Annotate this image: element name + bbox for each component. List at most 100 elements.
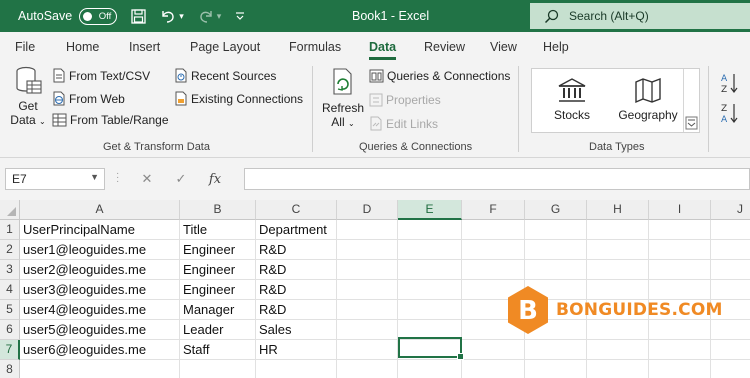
- cell-d6[interactable]: [337, 320, 398, 340]
- refresh-all-button[interactable]: Refresh All ⌄: [321, 68, 365, 131]
- autosave-control[interactable]: AutoSave Off: [18, 7, 118, 25]
- from-text-csv-button[interactable]: From Text/CSV: [52, 68, 150, 83]
- name-box-dropdown-icon[interactable]: ▼: [90, 172, 99, 182]
- cell-d7[interactable]: [337, 340, 398, 360]
- geography-button[interactable]: Geography: [618, 77, 678, 122]
- column-header-d[interactable]: D: [337, 200, 398, 220]
- cell-a5[interactable]: user4@leoguides.me: [20, 300, 180, 320]
- tab-view[interactable]: View: [490, 40, 517, 54]
- column-header-e[interactable]: E: [398, 200, 462, 220]
- column-header-c[interactable]: C: [256, 200, 337, 220]
- gallery-scrollbar[interactable]: [683, 69, 699, 132]
- column-header-b[interactable]: B: [180, 200, 256, 220]
- properties-button[interactable]: Properties: [369, 93, 441, 107]
- cell-b7[interactable]: Staff: [180, 340, 256, 360]
- get-data-button[interactable]: Get Data ⌄: [10, 66, 46, 129]
- name-box[interactable]: E7 ▼: [5, 168, 105, 190]
- cell-b8[interactable]: [180, 360, 256, 378]
- cell-h7[interactable]: [587, 340, 649, 360]
- cell-g3[interactable]: [525, 260, 587, 280]
- row-header-4[interactable]: 4: [0, 280, 20, 300]
- formula-bar-grip-icon[interactable]: · · ·: [116, 169, 119, 187]
- tab-help[interactable]: Help: [543, 40, 569, 54]
- row-header-6[interactable]: 6: [0, 320, 20, 340]
- cell-c5[interactable]: R&D: [256, 300, 337, 320]
- redo-dropdown-icon[interactable]: ▾: [217, 11, 222, 22]
- cell-e3[interactable]: [398, 260, 462, 280]
- cell-b5[interactable]: Manager: [180, 300, 256, 320]
- cell-c1[interactable]: Department: [256, 220, 337, 240]
- cell-f1[interactable]: [462, 220, 525, 240]
- cell-g1[interactable]: [525, 220, 587, 240]
- cell-g7[interactable]: [525, 340, 587, 360]
- cell-h8[interactable]: [587, 360, 649, 378]
- cell-c2[interactable]: R&D: [256, 240, 337, 260]
- cell-c3[interactable]: R&D: [256, 260, 337, 280]
- cell-j8[interactable]: [711, 360, 750, 378]
- row-header-8[interactable]: 8: [0, 360, 20, 378]
- cell-b6[interactable]: Leader: [180, 320, 256, 340]
- cell-i8[interactable]: [649, 360, 711, 378]
- insert-function-button[interactable]: fx: [198, 172, 232, 187]
- redo-icon[interactable]: [198, 9, 214, 23]
- tab-insert[interactable]: Insert: [129, 40, 160, 54]
- undo-dropdown-icon[interactable]: ▾: [179, 11, 184, 22]
- cell-c6[interactable]: Sales: [256, 320, 337, 340]
- row-header-3[interactable]: 3: [0, 260, 20, 280]
- tab-page-layout[interactable]: Page Layout: [190, 40, 260, 54]
- sort-az-button[interactable]: AZ: [720, 72, 743, 94]
- tab-home[interactable]: Home: [66, 40, 99, 54]
- cell-h2[interactable]: [587, 240, 649, 260]
- save-icon[interactable]: [131, 8, 146, 24]
- row-header-2[interactable]: 2: [0, 240, 20, 260]
- cell-g2[interactable]: [525, 240, 587, 260]
- cell-a1[interactable]: UserPrincipalName: [20, 220, 180, 240]
- cell-b2[interactable]: Engineer: [180, 240, 256, 260]
- cell-d1[interactable]: [337, 220, 398, 240]
- cell-f8[interactable]: [462, 360, 525, 378]
- cell-a7[interactable]: user6@leoguides.me: [20, 340, 180, 360]
- from-web-button[interactable]: From Web: [52, 91, 125, 106]
- tab-formulas[interactable]: Formulas: [289, 40, 341, 54]
- cell-i7[interactable]: [649, 340, 711, 360]
- customize-toolbar-icon[interactable]: [235, 11, 245, 21]
- cell-e2[interactable]: [398, 240, 462, 260]
- column-header-j[interactable]: J: [711, 200, 750, 220]
- cell-j3[interactable]: [711, 260, 750, 280]
- cell-a3[interactable]: user2@leoguides.me: [20, 260, 180, 280]
- autosave-toggle[interactable]: Off: [79, 7, 118, 25]
- cell-a6[interactable]: user5@leoguides.me: [20, 320, 180, 340]
- cell-h3[interactable]: [587, 260, 649, 280]
- queries-connections-button[interactable]: Queries & Connections: [369, 69, 510, 83]
- cell-h1[interactable]: [587, 220, 649, 240]
- cell-b4[interactable]: Engineer: [180, 280, 256, 300]
- cell-i3[interactable]: [649, 260, 711, 280]
- from-table-range-button[interactable]: From Table/Range: [52, 113, 169, 127]
- column-header-h[interactable]: H: [587, 200, 649, 220]
- search-box[interactable]: Search (Alt+Q): [530, 3, 750, 29]
- formula-input[interactable]: [244, 168, 750, 190]
- row-header-1[interactable]: 1: [0, 220, 20, 240]
- column-header-f[interactable]: F: [462, 200, 525, 220]
- cancel-icon[interactable]: ✕: [130, 171, 164, 187]
- existing-connections-button[interactable]: Existing Connections: [174, 91, 303, 106]
- cell-g8[interactable]: [525, 360, 587, 378]
- cell-f3[interactable]: [462, 260, 525, 280]
- cell-e4[interactable]: [398, 280, 462, 300]
- cell-a2[interactable]: user1@leoguides.me: [20, 240, 180, 260]
- cell-d5[interactable]: [337, 300, 398, 320]
- cell-e5[interactable]: [398, 300, 462, 320]
- cell-c8[interactable]: [256, 360, 337, 378]
- cell-d3[interactable]: [337, 260, 398, 280]
- cell-i1[interactable]: [649, 220, 711, 240]
- cell-f2[interactable]: [462, 240, 525, 260]
- cell-a4[interactable]: user3@leoguides.me: [20, 280, 180, 300]
- select-all-corner[interactable]: [0, 200, 20, 220]
- cell-d8[interactable]: [337, 360, 398, 378]
- tab-review[interactable]: Review: [424, 40, 465, 54]
- cell-d4[interactable]: [337, 280, 398, 300]
- cell-i2[interactable]: [649, 240, 711, 260]
- cell-c4[interactable]: R&D: [256, 280, 337, 300]
- cell-b1[interactable]: Title: [180, 220, 256, 240]
- undo-icon[interactable]: [160, 9, 176, 23]
